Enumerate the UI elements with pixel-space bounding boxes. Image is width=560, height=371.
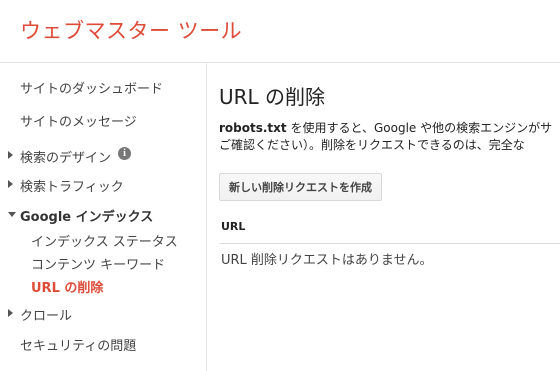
sidebar-item-label: 検索トラフィック [20,180,124,195]
app-title[interactable]: ウェブマスター ツール [20,15,242,45]
header: ウェブマスター ツール [0,0,560,63]
caret-right-icon [8,151,13,159]
sidebar-item-label: セキュリティの問題 [20,339,137,354]
caret-right-icon [8,180,13,188]
info-icon[interactable]: i [118,147,131,160]
sidebar-subitem-url-removal[interactable]: URL の削除 [31,277,103,296]
caret-right-icon [8,309,13,317]
caret-down-icon [8,212,16,217]
sidebar: サイトのダッシュボード サイトのメッセージ 検索のデザイン i 検索トラフィック… [0,63,207,371]
sidebar-item-label: 検索のデザイン [20,151,112,166]
description-text: を使用すると、Google や他の検索エンジンがサ [286,121,553,135]
page-title: URL の削除 [219,85,326,109]
description-line-2: ご確認ください）。削除をリクエストできるのは、完全な [219,138,525,152]
sidebar-item-label: クロール [20,309,73,324]
robots-txt-link: robots.txt [219,121,287,135]
sidebar-subitem-index-status[interactable]: インデックス ステータス [31,231,178,250]
sidebar-item-label: サイトのメッセージ [20,115,137,130]
sidebar-item-label: サイトのダッシュボード [20,82,164,97]
description: robots.txt を使用すると、Google や他の検索エンジンがサ ご確認… [219,120,552,154]
description-line-1: robots.txt を使用すると、Google や他の検索エンジンがサ [219,120,552,137]
table-divider [219,243,560,244]
new-removal-request-button[interactable]: 新しい削除リクエストを作成 [219,173,382,201]
empty-state-message: URL 削除リクエストはありません。 [221,253,433,268]
sidebar-subitem-content-keywords[interactable]: コンテンツ キーワード [31,254,165,273]
sidebar-item-label: Google インデックス [20,210,154,225]
table-header-url[interactable]: URL [221,220,245,233]
app-window: ウェブマスター ツール サイトのダッシュボード サイトのメッセージ 検索のデザイ… [0,0,560,371]
main-content: URL の削除 robots.txt を使用すると、Google や他の検索エン… [207,63,560,371]
